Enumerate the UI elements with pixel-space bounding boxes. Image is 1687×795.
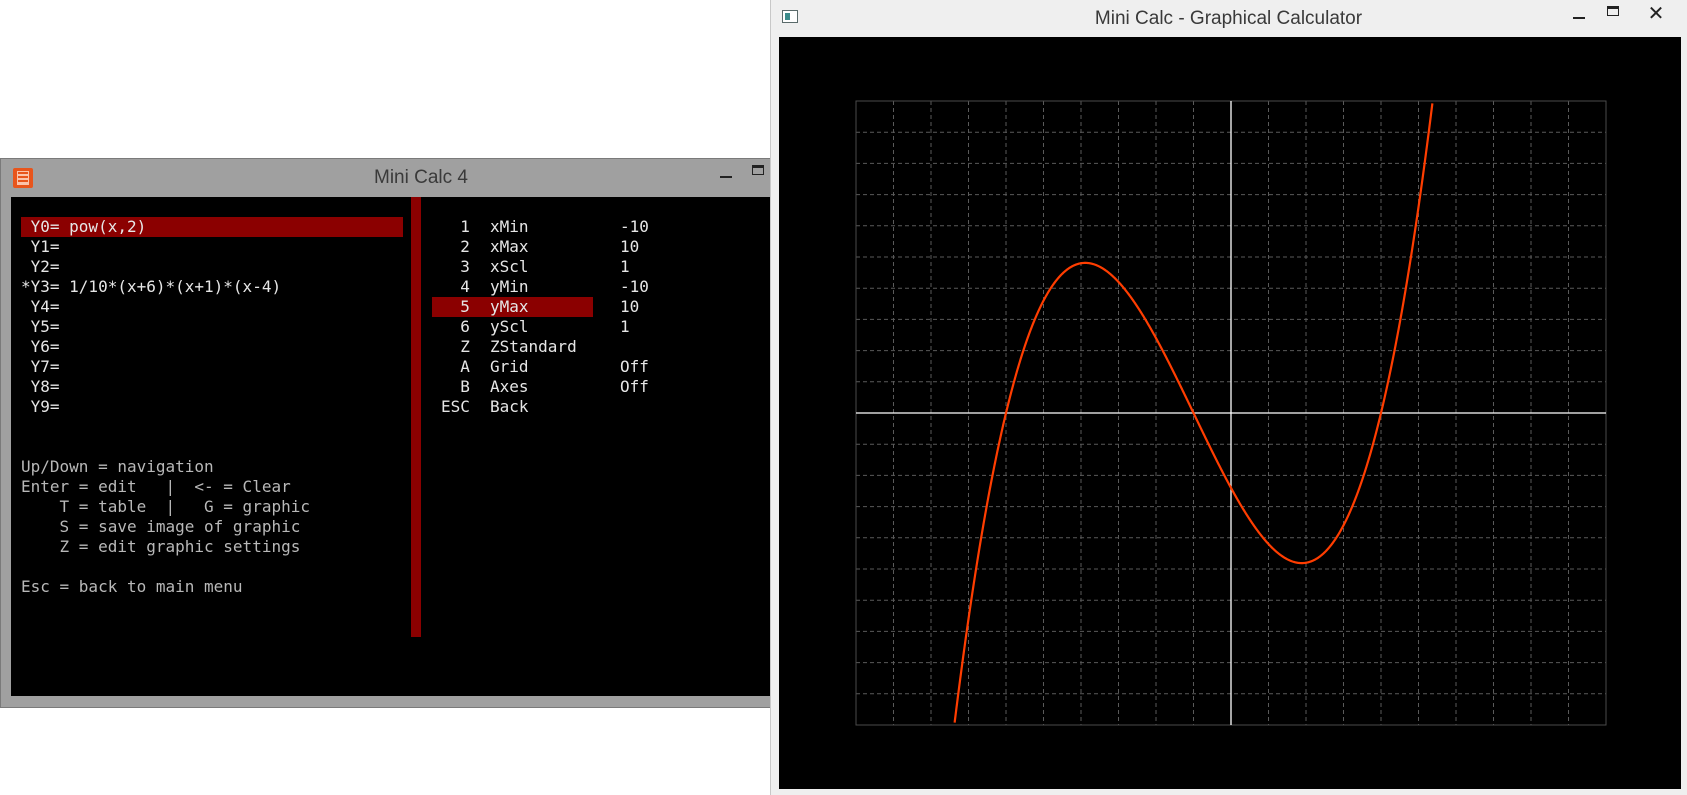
- help-line-edit: Enter = edit | <- = Clear: [21, 477, 291, 496]
- function-entry-y1[interactable]: Y1=: [21, 237, 60, 257]
- console-title-bar[interactable]: Mini Calc 4 ✕: [1, 159, 841, 197]
- console-window: Mini Calc 4 ✕ Y0= pow(x,2) Y1= Y2= *Y3= …: [0, 158, 842, 708]
- panel-divider: [411, 197, 421, 637]
- setting-key: Z: [441, 337, 470, 356]
- setting-key: ESC: [441, 397, 470, 416]
- setting-key: 3: [441, 257, 470, 276]
- setting-value: Off: [620, 357, 649, 376]
- setting-key: 2: [441, 237, 470, 256]
- function-entry-y4[interactable]: Y4=: [21, 297, 60, 317]
- help-line-settings: Z = edit graphic settings: [21, 537, 301, 556]
- function-entry-y2[interactable]: Y2=: [21, 257, 60, 277]
- function-entry-y5[interactable]: Y5=: [21, 317, 60, 337]
- setting-name-back[interactable]: Back: [490, 397, 529, 417]
- console-output[interactable]: Y0= pow(x,2) Y1= Y2= *Y3= 1/10*(x+6)*(x+…: [11, 197, 814, 696]
- setting-name-zstandard[interactable]: ZStandard: [490, 337, 577, 357]
- setting-key: 4: [441, 277, 470, 296]
- setting-value: 1: [620, 317, 630, 336]
- setting-name-ymax[interactable]: yMax: [490, 297, 529, 317]
- help-line-escape: Esc = back to main menu: [21, 577, 243, 596]
- graph-window-title: Mini Calc - Graphical Calculator: [1094, 8, 1363, 29]
- setting-key: 5: [441, 297, 470, 316]
- setting-key: A: [441, 357, 470, 376]
- setting-key: B: [441, 377, 470, 396]
- function-entry-y3[interactable]: *Y3= 1/10*(x+6)*(x+1)*(x-4): [21, 277, 281, 297]
- setting-name-xmax[interactable]: xMax: [490, 237, 529, 257]
- function-plot: [855, 100, 1607, 726]
- maximize-button[interactable]: [1596, 0, 1630, 26]
- function-entry-y8[interactable]: Y8=: [21, 377, 60, 397]
- setting-key: 6: [441, 317, 470, 336]
- function-entry-y0[interactable]: Y0= pow(x,2): [21, 217, 147, 237]
- minimize-button[interactable]: [709, 159, 743, 185]
- help-line-navigation: Up/Down = navigation: [21, 457, 214, 476]
- help-line-table: T = table | G = graphic: [21, 497, 310, 516]
- close-button[interactable]: ✕: [1629, 0, 1683, 26]
- setting-value: 10: [620, 297, 640, 316]
- function-entry-y9[interactable]: Y9=: [21, 397, 60, 417]
- setting-key: 1: [441, 217, 470, 236]
- setting-name-ymin[interactable]: yMin: [490, 277, 529, 297]
- setting-value: -10: [620, 277, 649, 296]
- graph-canvas[interactable]: [779, 37, 1681, 789]
- setting-name-axes[interactable]: Axes: [490, 377, 529, 397]
- setting-name-grid[interactable]: Grid: [490, 357, 529, 377]
- setting-name-xscl[interactable]: xScl: [490, 257, 529, 277]
- setting-value: 1: [620, 257, 630, 276]
- minimize-button[interactable]: [1562, 0, 1596, 26]
- setting-value: Off: [620, 377, 649, 396]
- function-entry-y6[interactable]: Y6=: [21, 337, 60, 357]
- help-line-save: S = save image of graphic: [21, 517, 301, 536]
- graph-title-bar[interactable]: Mini Calc - Graphical Calculator ✕: [771, 0, 1686, 37]
- setting-name-xmin[interactable]: xMin: [490, 217, 529, 237]
- function-entry-y7[interactable]: Y7=: [21, 357, 60, 377]
- setting-value: -10: [620, 217, 649, 236]
- setting-name-yscl[interactable]: yScl: [490, 317, 529, 337]
- setting-value: 10: [620, 237, 640, 256]
- graph-window: Mini Calc - Graphical Calculator ✕: [770, 0, 1687, 795]
